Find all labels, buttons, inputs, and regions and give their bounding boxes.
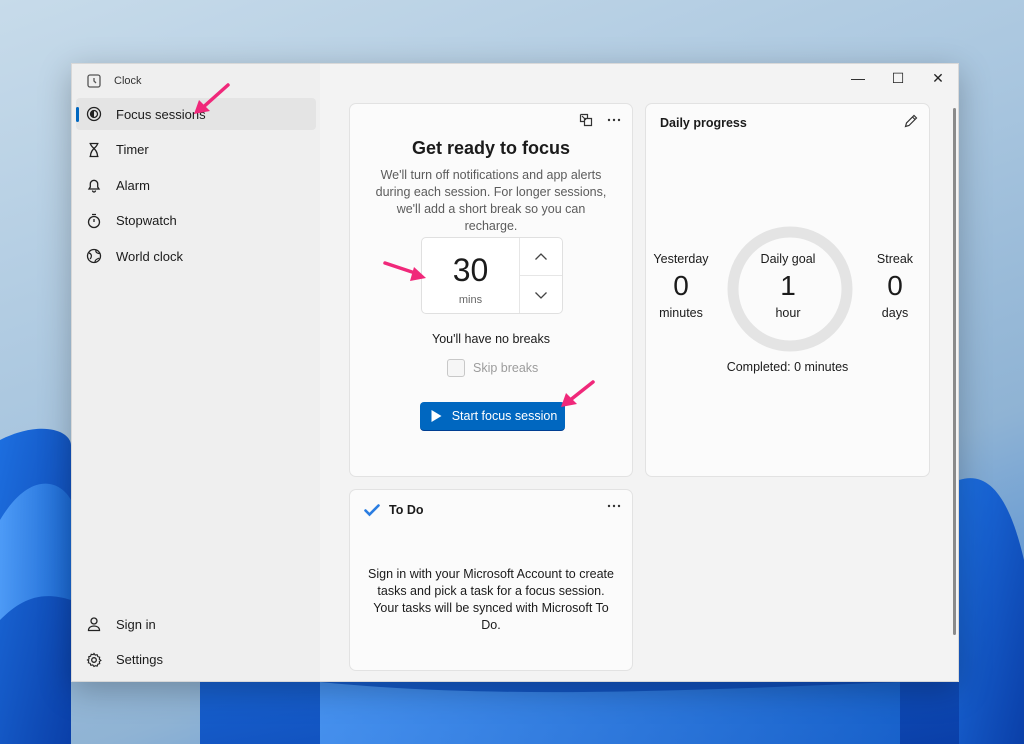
play-icon (428, 408, 444, 424)
focus-session-card: Get ready to focus We'll turn off notifi… (349, 103, 633, 477)
todo-check-icon (364, 502, 380, 518)
edit-pencil-icon[interactable] (903, 113, 919, 129)
sidebar: Clock Focus sessions Timer Alarm Stopwat… (72, 64, 320, 681)
start-focus-session-button[interactable]: Start focus session (420, 402, 565, 431)
card-toolbar (578, 112, 622, 128)
focus-icon (86, 106, 102, 122)
main-content: — ☐ ✕ Get ready to focus We'll turn off … (320, 64, 958, 681)
yesterday-value: 0 (673, 270, 689, 301)
more-options-icon[interactable] (606, 112, 622, 128)
sidebar-item-label: Sign in (116, 616, 156, 632)
sidebar-item-label: Settings (116, 652, 163, 667)
increment-button[interactable] (520, 238, 562, 275)
annotation-arrow (383, 261, 426, 281)
yesterday-label: Yesterday (653, 252, 709, 266)
annotation-arrow (194, 83, 230, 114)
daily-progress-title: Daily progress (660, 116, 747, 130)
sidebar-item-timer[interactable]: Timer (76, 134, 316, 166)
sidebar-item-label: Alarm (116, 177, 150, 193)
focus-title: Get ready to focus (411, 138, 571, 158)
duration-minutes: 30 (452, 252, 489, 288)
sidebar-item-settings[interactable]: Settings (76, 644, 316, 676)
breaks-info: You'll have no breaks (432, 332, 550, 346)
skip-breaks-checkbox[interactable] (447, 359, 465, 377)
clock-app-window: Clock Focus sessions Timer Alarm Stopwat… (71, 63, 959, 682)
chevron-up-icon (533, 249, 549, 265)
chevron-down-icon (533, 287, 549, 303)
skip-breaks-label: Skip breaks (473, 361, 539, 375)
bell-icon (86, 177, 102, 193)
daily-goal-value: 1 (780, 270, 796, 301)
streak-stat: Streak 0 days (855, 252, 935, 320)
daily-goal-stat[interactable]: Daily goal 1 hour (748, 252, 828, 320)
clock-app-icon (86, 73, 102, 89)
start-button-label: Start focus session (451, 409, 558, 423)
yesterday-unit: minutes (659, 306, 703, 320)
maximize-button[interactable]: ☐ (878, 64, 918, 92)
stepper-buttons (520, 238, 562, 313)
pop-out-icon[interactable] (578, 112, 594, 128)
sidebar-item-label: World clock (116, 248, 183, 264)
sidebar-item-stopwatch[interactable]: Stopwatch (76, 205, 316, 237)
sidebar-item-world-clock[interactable]: World clock (76, 240, 316, 272)
duration-stepper[interactable]: 30 mins (421, 237, 563, 314)
person-icon (86, 616, 102, 632)
duration-unit: mins (458, 294, 483, 306)
streak-label: Streak (876, 252, 914, 266)
skip-breaks-row: Skip breaks (447, 359, 538, 377)
app-title: Clock (114, 75, 142, 87)
duration-value-box[interactable]: 30 mins (422, 238, 520, 313)
app-title-bar: Clock (86, 73, 142, 89)
window-controls: — ☐ ✕ (838, 64, 958, 92)
sidebar-item-sign-in[interactable]: Sign in (76, 608, 316, 640)
todo-title: To Do (389, 503, 424, 517)
daily-progress-card: Daily progress Yesterday 0 minutes Daily… (645, 103, 930, 477)
globe-icon (86, 248, 102, 264)
completed-text: Completed: 0 minutes (726, 360, 849, 374)
more-options-icon[interactable] (606, 498, 622, 514)
sidebar-item-label: Timer (116, 142, 149, 157)
todo-description: Sign in with your Microsoft Account to c… (368, 567, 614, 632)
yesterday-stat: Yesterday 0 minutes (641, 252, 721, 320)
hourglass-icon (86, 142, 102, 158)
gear-icon (86, 652, 102, 668)
streak-value: 0 (887, 270, 903, 301)
daily-goal-unit: hour (775, 306, 801, 320)
close-button[interactable]: ✕ (918, 64, 958, 92)
sidebar-item-alarm[interactable]: Alarm (76, 169, 316, 201)
focus-description: We'll turn off notifications and app ale… (375, 168, 607, 233)
sidebar-nav: Focus sessions Timer Alarm Stopwatch Wor… (76, 98, 316, 276)
daily-goal-label: Daily goal (760, 252, 816, 266)
decrement-button[interactable] (520, 275, 562, 313)
todo-header: To Do (364, 502, 423, 518)
annotation-arrow (561, 380, 595, 407)
sidebar-footer: Sign in Settings (76, 608, 316, 679)
card-toolbar (606, 498, 622, 514)
todo-card: To Do Sign in with your Microsoft Accoun… (349, 489, 633, 671)
minimize-button[interactable]: — (838, 64, 878, 92)
streak-unit: days (881, 306, 909, 320)
scrollbar[interactable] (953, 108, 956, 635)
sidebar-item-label: Stopwatch (116, 213, 177, 228)
stopwatch-icon (86, 213, 102, 229)
